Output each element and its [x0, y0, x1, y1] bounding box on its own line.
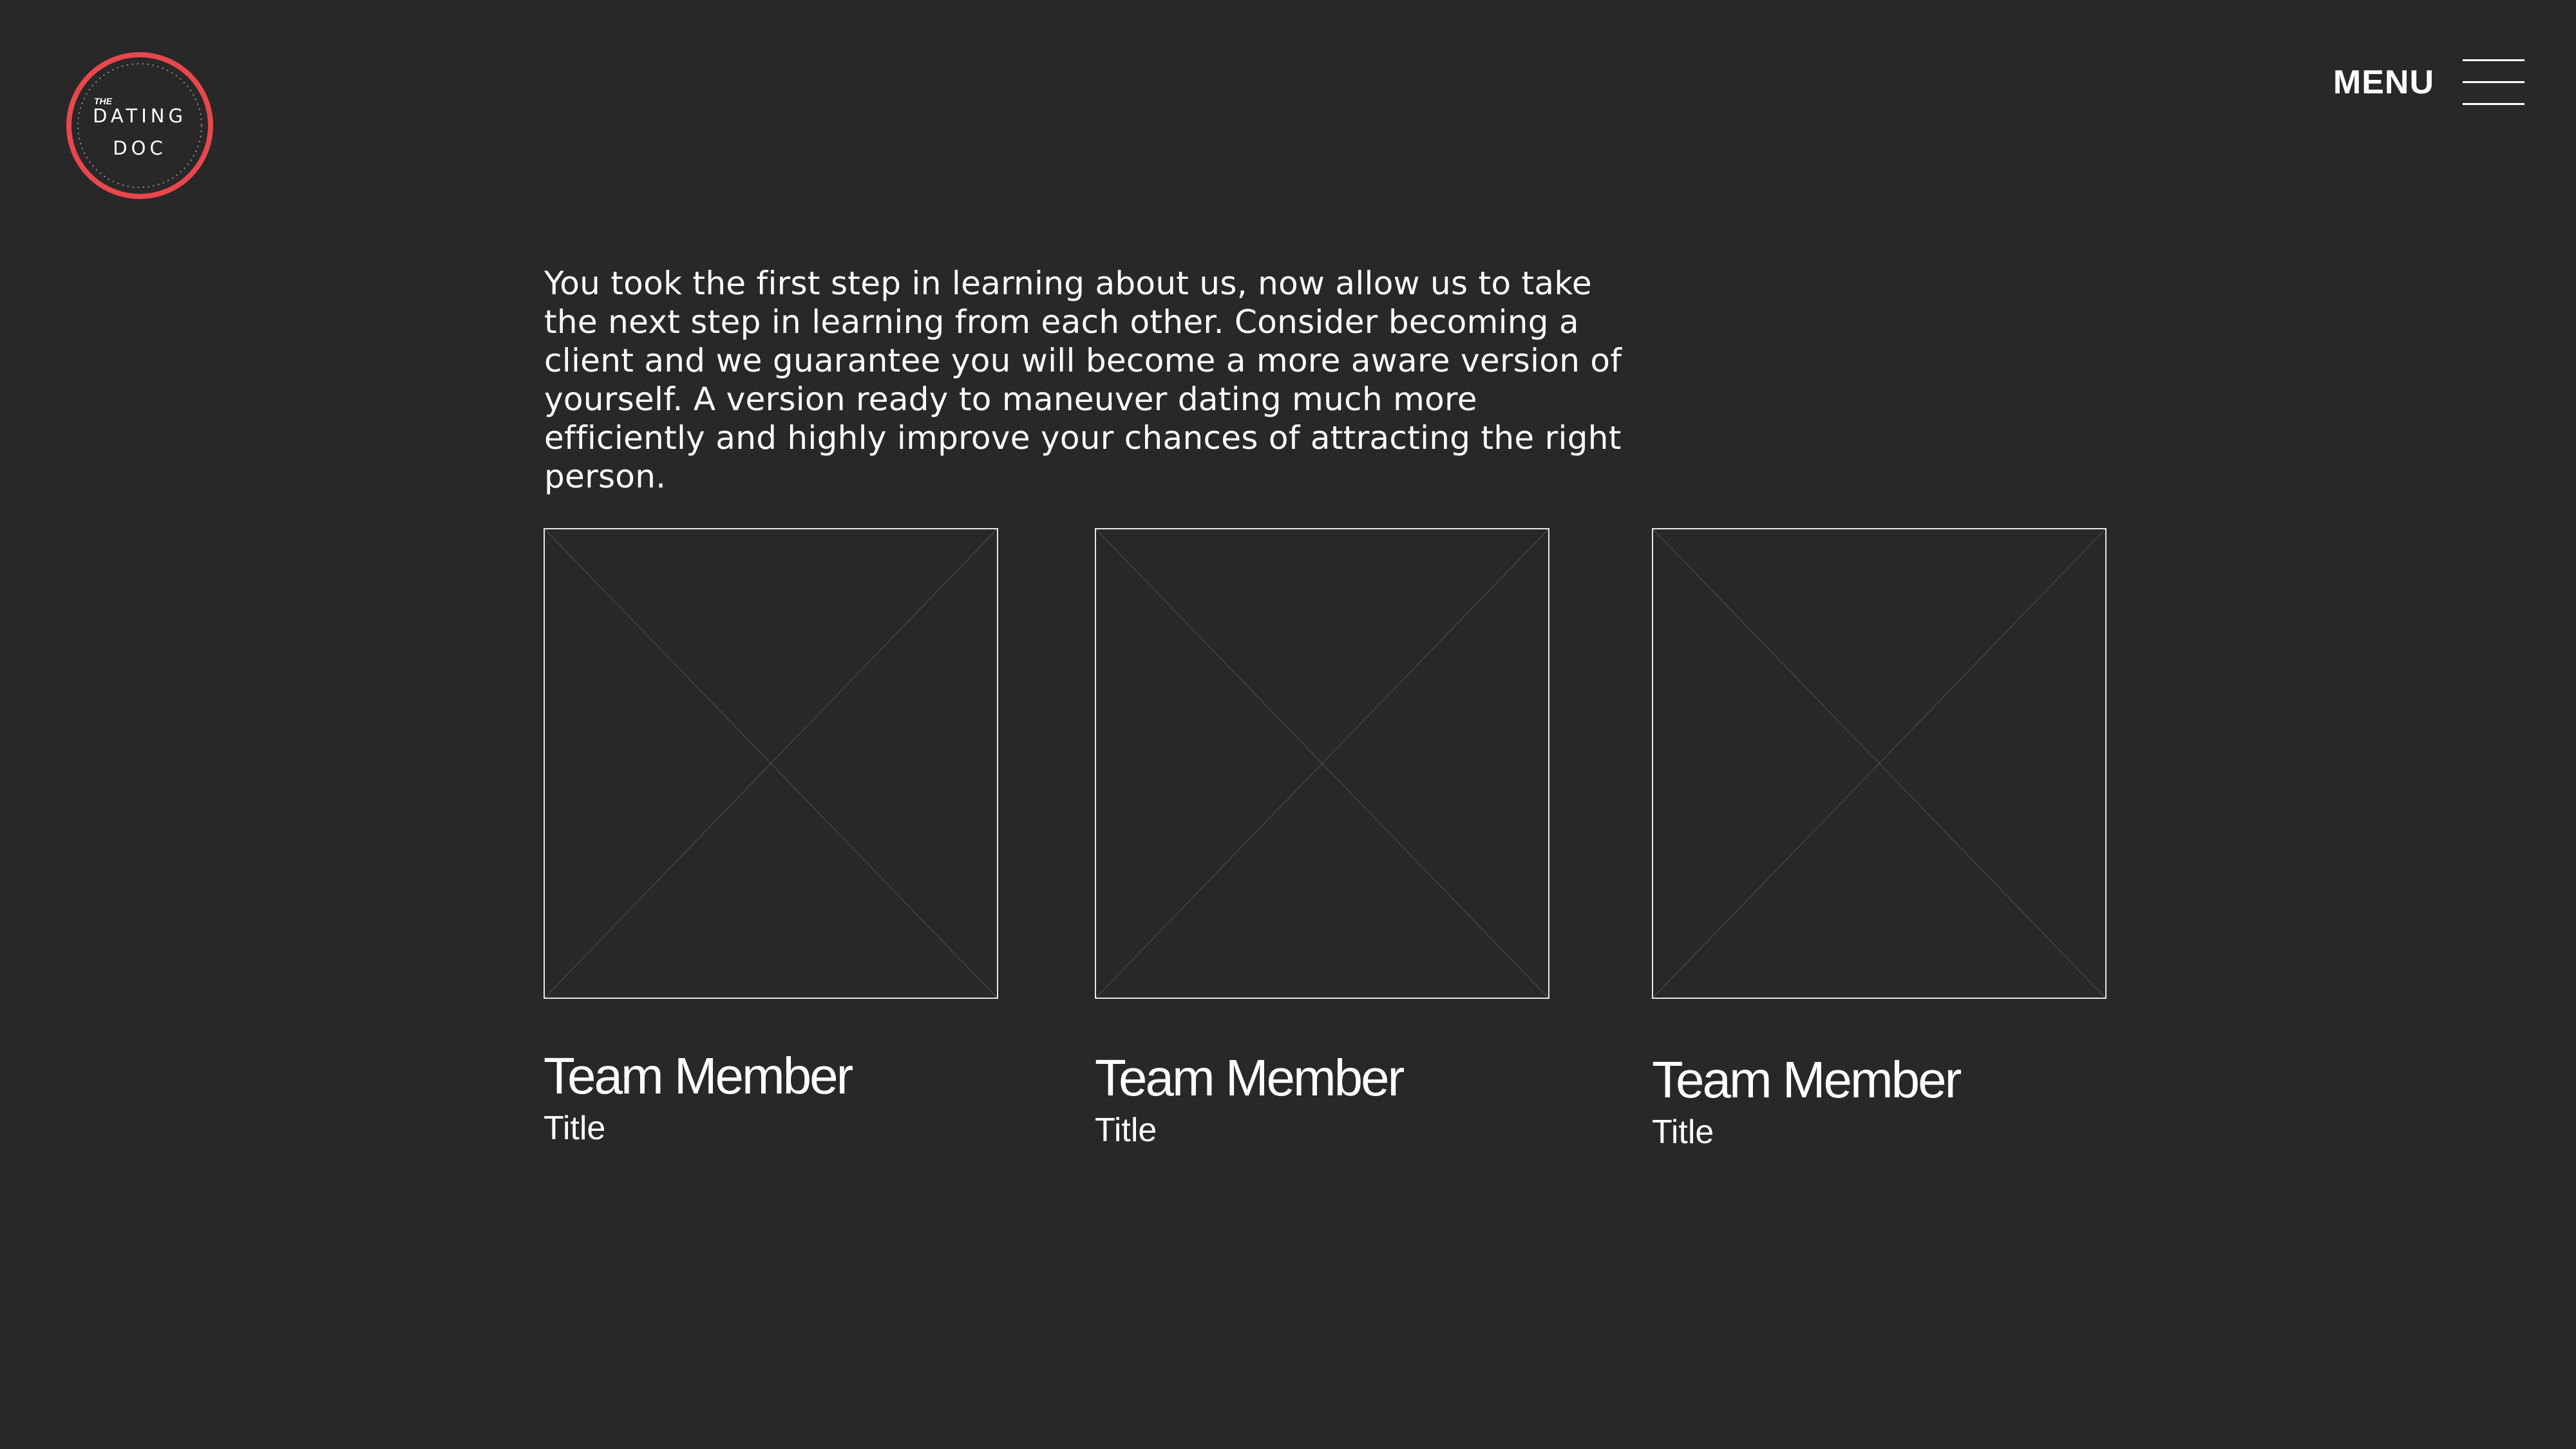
- menu-button[interactable]: MENU: [2333, 57, 2524, 108]
- hamburger-line: [2463, 81, 2524, 83]
- intro-paragraph: You took the first step in learning abou…: [544, 265, 1622, 495]
- team-section: Team Member Title Team Member Title Team…: [0, 528, 2576, 1172]
- team-member-title: Title: [1095, 1112, 1157, 1149]
- image-placeholder-icon: [1096, 529, 1548, 998]
- image-placeholder-icon: [545, 529, 997, 998]
- dating-doc-logo-icon: THE DATING DOC: [66, 52, 213, 199]
- hamburger-icon[interactable]: [2463, 59, 2524, 106]
- logo-line-1: DATING: [93, 105, 187, 127]
- team-member-title: Title: [1652, 1113, 1714, 1151]
- image-placeholder-icon: [1653, 529, 2105, 998]
- logo-line-2: DOC: [113, 137, 166, 159]
- team-member-name: Team Member: [1652, 1051, 1962, 1108]
- team-member-name: Team Member: [544, 1047, 853, 1104]
- logo[interactable]: THE DATING DOC: [66, 52, 214, 200]
- hamburger-line: [2463, 59, 2524, 61]
- team-member-photo: [1652, 528, 2107, 999]
- team-member-photo: [1095, 528, 1549, 999]
- team-member-card[interactable]: Team Member Title: [1652, 528, 2109, 1151]
- team-member-photo: [544, 528, 998, 999]
- hamburger-line: [2463, 103, 2524, 105]
- team-member-card[interactable]: Team Member Title: [544, 528, 1001, 1148]
- team-member-name: Team Member: [1095, 1049, 1405, 1106]
- team-member-title: Title: [544, 1110, 606, 1147]
- team-member-card[interactable]: Team Member Title: [1095, 528, 1552, 1150]
- menu-label: MENU: [2333, 64, 2434, 101]
